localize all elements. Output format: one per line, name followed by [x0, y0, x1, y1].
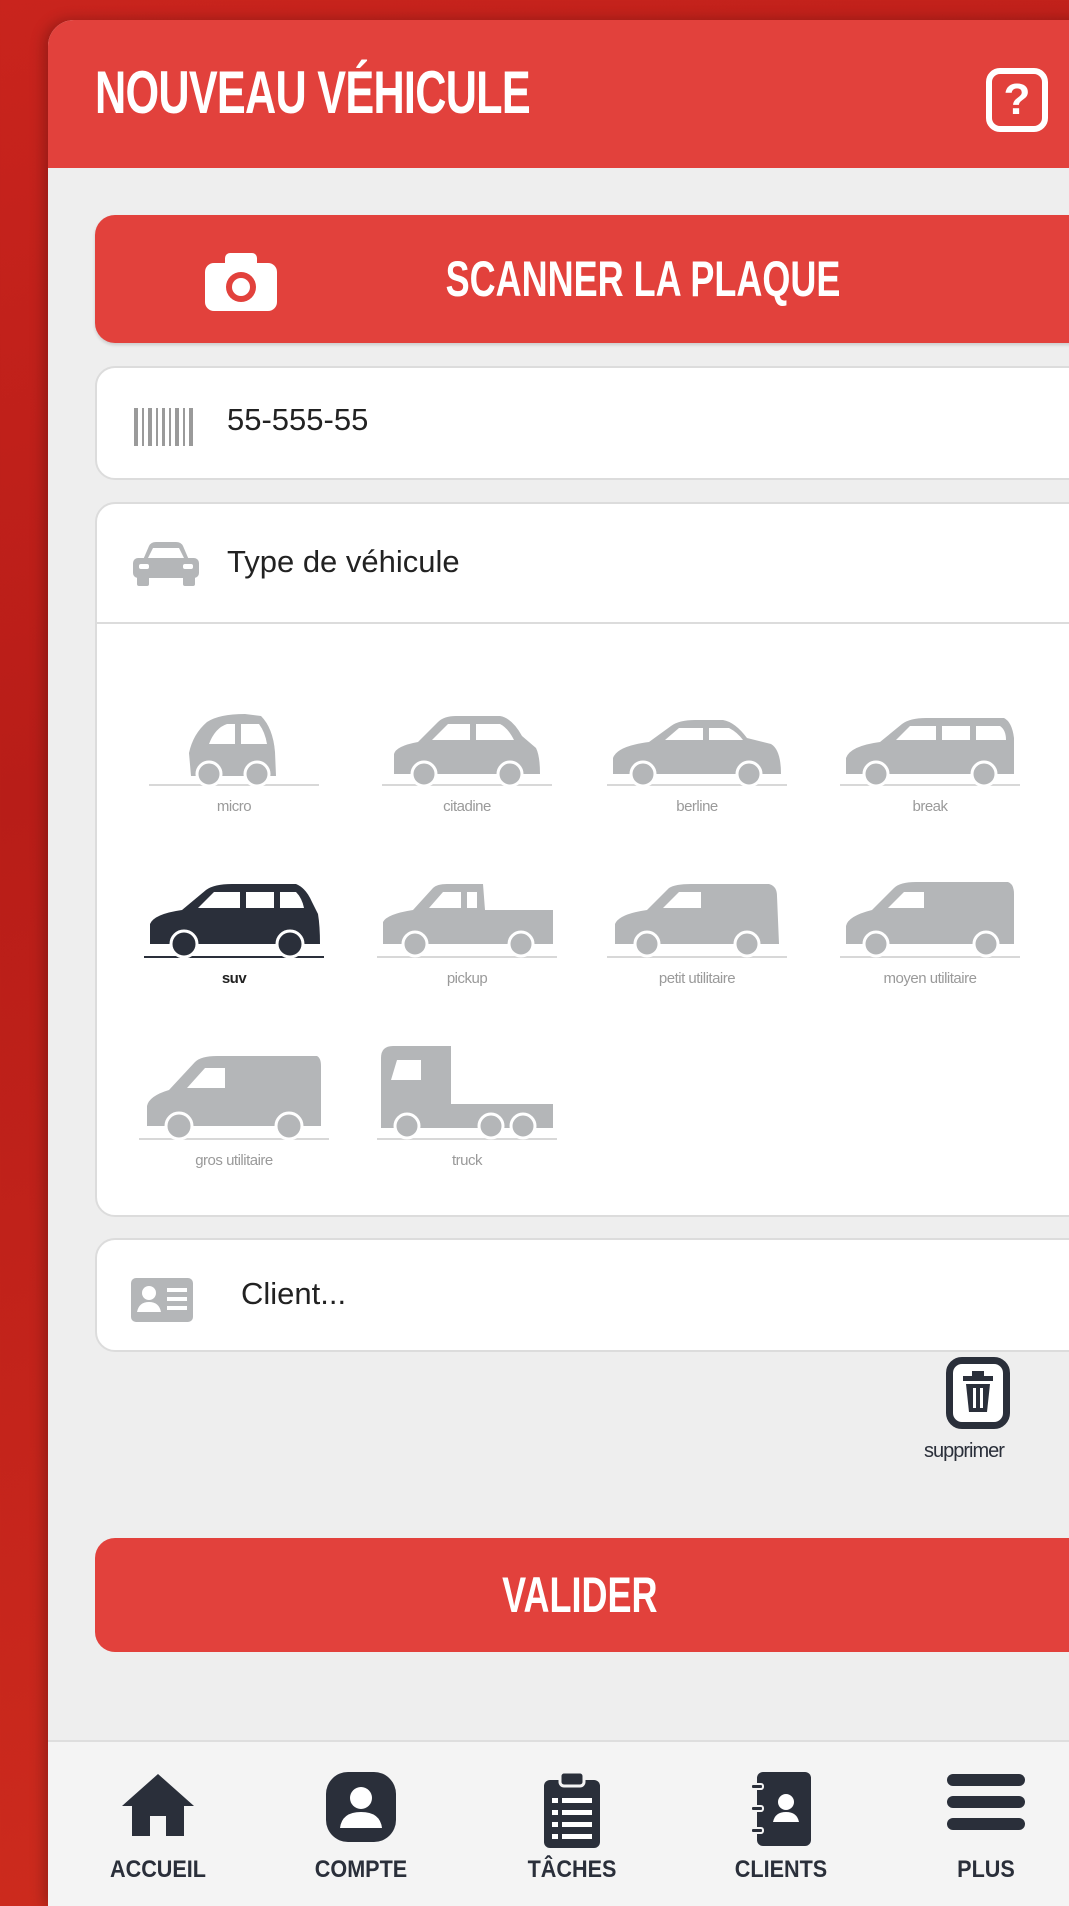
tab-compte[interactable]: COMPTE [271, 1742, 451, 1906]
user-icon [326, 1772, 396, 1842]
vehicle-option-citadine[interactable]: citadine [367, 708, 567, 848]
menu-icon [947, 1774, 1025, 1830]
validate-label: VALIDER [502, 1567, 658, 1623]
header-bar: NOUVEAU VÉHICULE ? [48, 20, 1069, 168]
tab-plus[interactable]: PLUS [896, 1742, 1069, 1906]
pickup-car-icon [377, 884, 557, 958]
plate-value: 55-555-55 [227, 402, 369, 437]
berline-car-icon [607, 720, 787, 788]
vehicle-option-suv[interactable]: suv [134, 880, 334, 1020]
break-car-icon [840, 718, 1020, 788]
vehicle-option-label: berline [676, 798, 718, 815]
vehicle-option-label: petit utilitaire [658, 970, 736, 987]
tab-label: TÂCHES [527, 1856, 617, 1883]
page-title: NOUVEAU VÉHICULE [95, 59, 531, 126]
trash-icon [963, 1371, 993, 1412]
vehicle-option-break[interactable]: break [830, 708, 1030, 848]
scan-plate-button[interactable]: SCANNER LA PLAQUE [95, 215, 1069, 343]
vehicle-option-label: gros utilitaire [195, 1152, 273, 1169]
vehicle-option-pickup[interactable]: pickup [367, 880, 567, 1020]
app-panel: NOUVEAU VÉHICULE ? SCANNER LA PLAQUE 55-… [48, 20, 1069, 1906]
truck-icon [377, 1046, 557, 1140]
home-icon [122, 1774, 194, 1836]
vehicle-option-label: pickup [446, 970, 488, 987]
vehicle-option-label: suv [221, 970, 247, 987]
address-book-icon [751, 1772, 811, 1846]
vehicle-type-selector: Type de véhicule micro citadine berline … [95, 502, 1069, 1217]
vehicle-option-gros-utilitaire[interactable]: gros utilitaire [134, 1054, 334, 1194]
vehicle-option-moyen-utilitaire[interactable]: moyen utilitaire [830, 880, 1030, 1020]
vehicle-option-label: truck [451, 1152, 483, 1169]
validate-button[interactable]: VALIDER [95, 1538, 1069, 1652]
vehicle-option-berline[interactable]: berline [597, 708, 797, 848]
vehicle-option-label: micro [216, 798, 252, 815]
client-field[interactable]: Client... [95, 1238, 1069, 1352]
tab-label: ACCUEIL [109, 1856, 206, 1883]
delete-label: supprimer [924, 1440, 1005, 1462]
suv-car-icon [144, 884, 324, 959]
vehicle-option-label: break [912, 798, 948, 815]
id-card-icon [131, 1278, 193, 1322]
tab-clients[interactable]: CLIENTS [691, 1742, 871, 1906]
delete-button[interactable] [946, 1357, 1010, 1429]
vehicle-type-label: Type de véhicule [227, 544, 460, 579]
tab-label: CLIENTS [734, 1856, 828, 1883]
tab-label: COMPTE [314, 1856, 408, 1883]
plate-field[interactable]: 55-555-55 [95, 366, 1069, 480]
large-van-icon [139, 1056, 329, 1141]
micro-car-icon [149, 714, 319, 788]
scan-plate-label: SCANNER LA PLAQUE [445, 251, 841, 307]
bottom-tab-bar: ACCUEIL COMPTE TÂCHES CLIENTS PLUS [48, 1740, 1069, 1906]
help-button[interactable]: ? [986, 68, 1048, 132]
car-icon [133, 542, 199, 586]
client-placeholder: Client... [241, 1276, 347, 1311]
vehicle-type-header[interactable]: Type de véhicule [97, 504, 1069, 624]
tab-taches[interactable]: TÂCHES [482, 1742, 662, 1906]
vehicle-option-petit-utilitaire[interactable]: petit utilitaire [597, 880, 797, 1020]
citadine-car-icon [382, 716, 552, 788]
medium-van-icon [840, 882, 1020, 958]
tab-label: PLUS [957, 1856, 1015, 1883]
vehicle-option-label: citadine [443, 798, 491, 815]
vehicle-option-truck[interactable]: truck [367, 1044, 567, 1184]
clipboard-list-icon [544, 1772, 600, 1848]
small-van-icon [607, 884, 787, 958]
tab-accueil[interactable]: ACCUEIL [68, 1742, 248, 1906]
vehicle-option-micro[interactable]: micro [134, 708, 334, 848]
barcode-icon [134, 408, 193, 446]
vehicle-option-label: moyen utilitaire [883, 970, 977, 987]
